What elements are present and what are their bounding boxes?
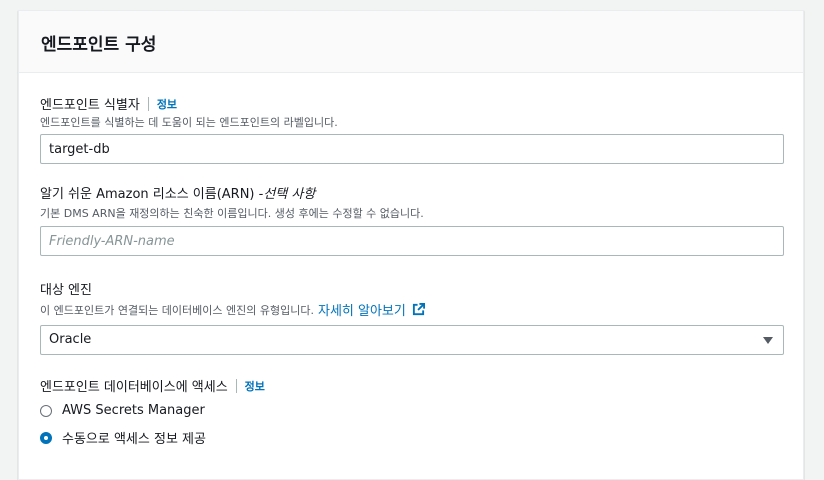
- radio-secrets-manager[interactable]: AWS Secrets Manager: [40, 403, 205, 418]
- arn-optional-label: 선택 사항: [263, 187, 316, 202]
- radio-manual-access-label: 수동으로 액세스 정보 제공: [62, 432, 206, 447]
- learn-more-link[interactable]: 자세히 알아보기: [318, 300, 406, 319]
- engine-description-row: 이 엔드포인트가 연결되는 데이터베이스 엔진의 유형입니다. 자세히 알아보기: [40, 300, 425, 319]
- engine-description: 이 엔드포인트가 연결되는 데이터베이스 엔진의 유형입니다.: [40, 303, 314, 317]
- panel-header: 엔드포인트 구성: [19, 11, 803, 73]
- radio-button-selected[interactable]: [40, 431, 52, 444]
- endpoint-config-panel: 엔드포인트 구성 엔드포인트 식별자 정보 엔드포인트를 식별하는 데 도움이 …: [18, 10, 804, 480]
- arn-label-row: 알기 쉬운 Amazon 리소스 이름(ARN) - 선택 사항: [40, 183, 315, 202]
- arn-input[interactable]: [40, 226, 784, 256]
- endpoint-id-label: 엔드포인트 식별자: [40, 98, 140, 113]
- external-link-icon[interactable]: [412, 303, 425, 316]
- arn-description: 기본 DMS ARN을 재정의하는 친숙한 이름입니다. 생성 후에는 수정할 …: [40, 207, 424, 220]
- engine-label-row: 대상 엔진: [40, 279, 92, 298]
- endpoint-id-info-link[interactable]: 정보: [157, 96, 177, 112]
- endpoint-id-label-row: 엔드포인트 식별자 정보: [40, 94, 177, 113]
- caret-down-icon: [763, 337, 773, 344]
- radio-button[interactable]: [40, 404, 52, 417]
- access-info-link[interactable]: 정보: [245, 378, 265, 394]
- arn-label: 알기 쉬운 Amazon 리소스 이름(ARN) -: [40, 187, 264, 202]
- endpoint-id-description: 엔드포인트를 식별하는 데 도움이 되는 엔드포인트의 라벨입니다.: [40, 116, 338, 129]
- target-engine-value: Oracle: [49, 332, 92, 347]
- endpoint-id-input[interactable]: [40, 134, 784, 164]
- target-engine-select[interactable]: Oracle: [40, 325, 784, 355]
- radio-secrets-manager-label: AWS Secrets Manager: [62, 403, 205, 418]
- radio-manual-access[interactable]: 수동으로 액세스 정보 제공: [40, 428, 206, 447]
- panel-title: 엔드포인트 구성: [41, 35, 157, 55]
- divider: [235, 378, 237, 393]
- divider: [147, 96, 149, 111]
- engine-label: 대상 엔진: [40, 283, 92, 298]
- access-label: 엔드포인트 데이터베이스에 액세스: [40, 380, 228, 395]
- access-label-row: 엔드포인트 데이터베이스에 액세스 정보: [40, 376, 265, 395]
